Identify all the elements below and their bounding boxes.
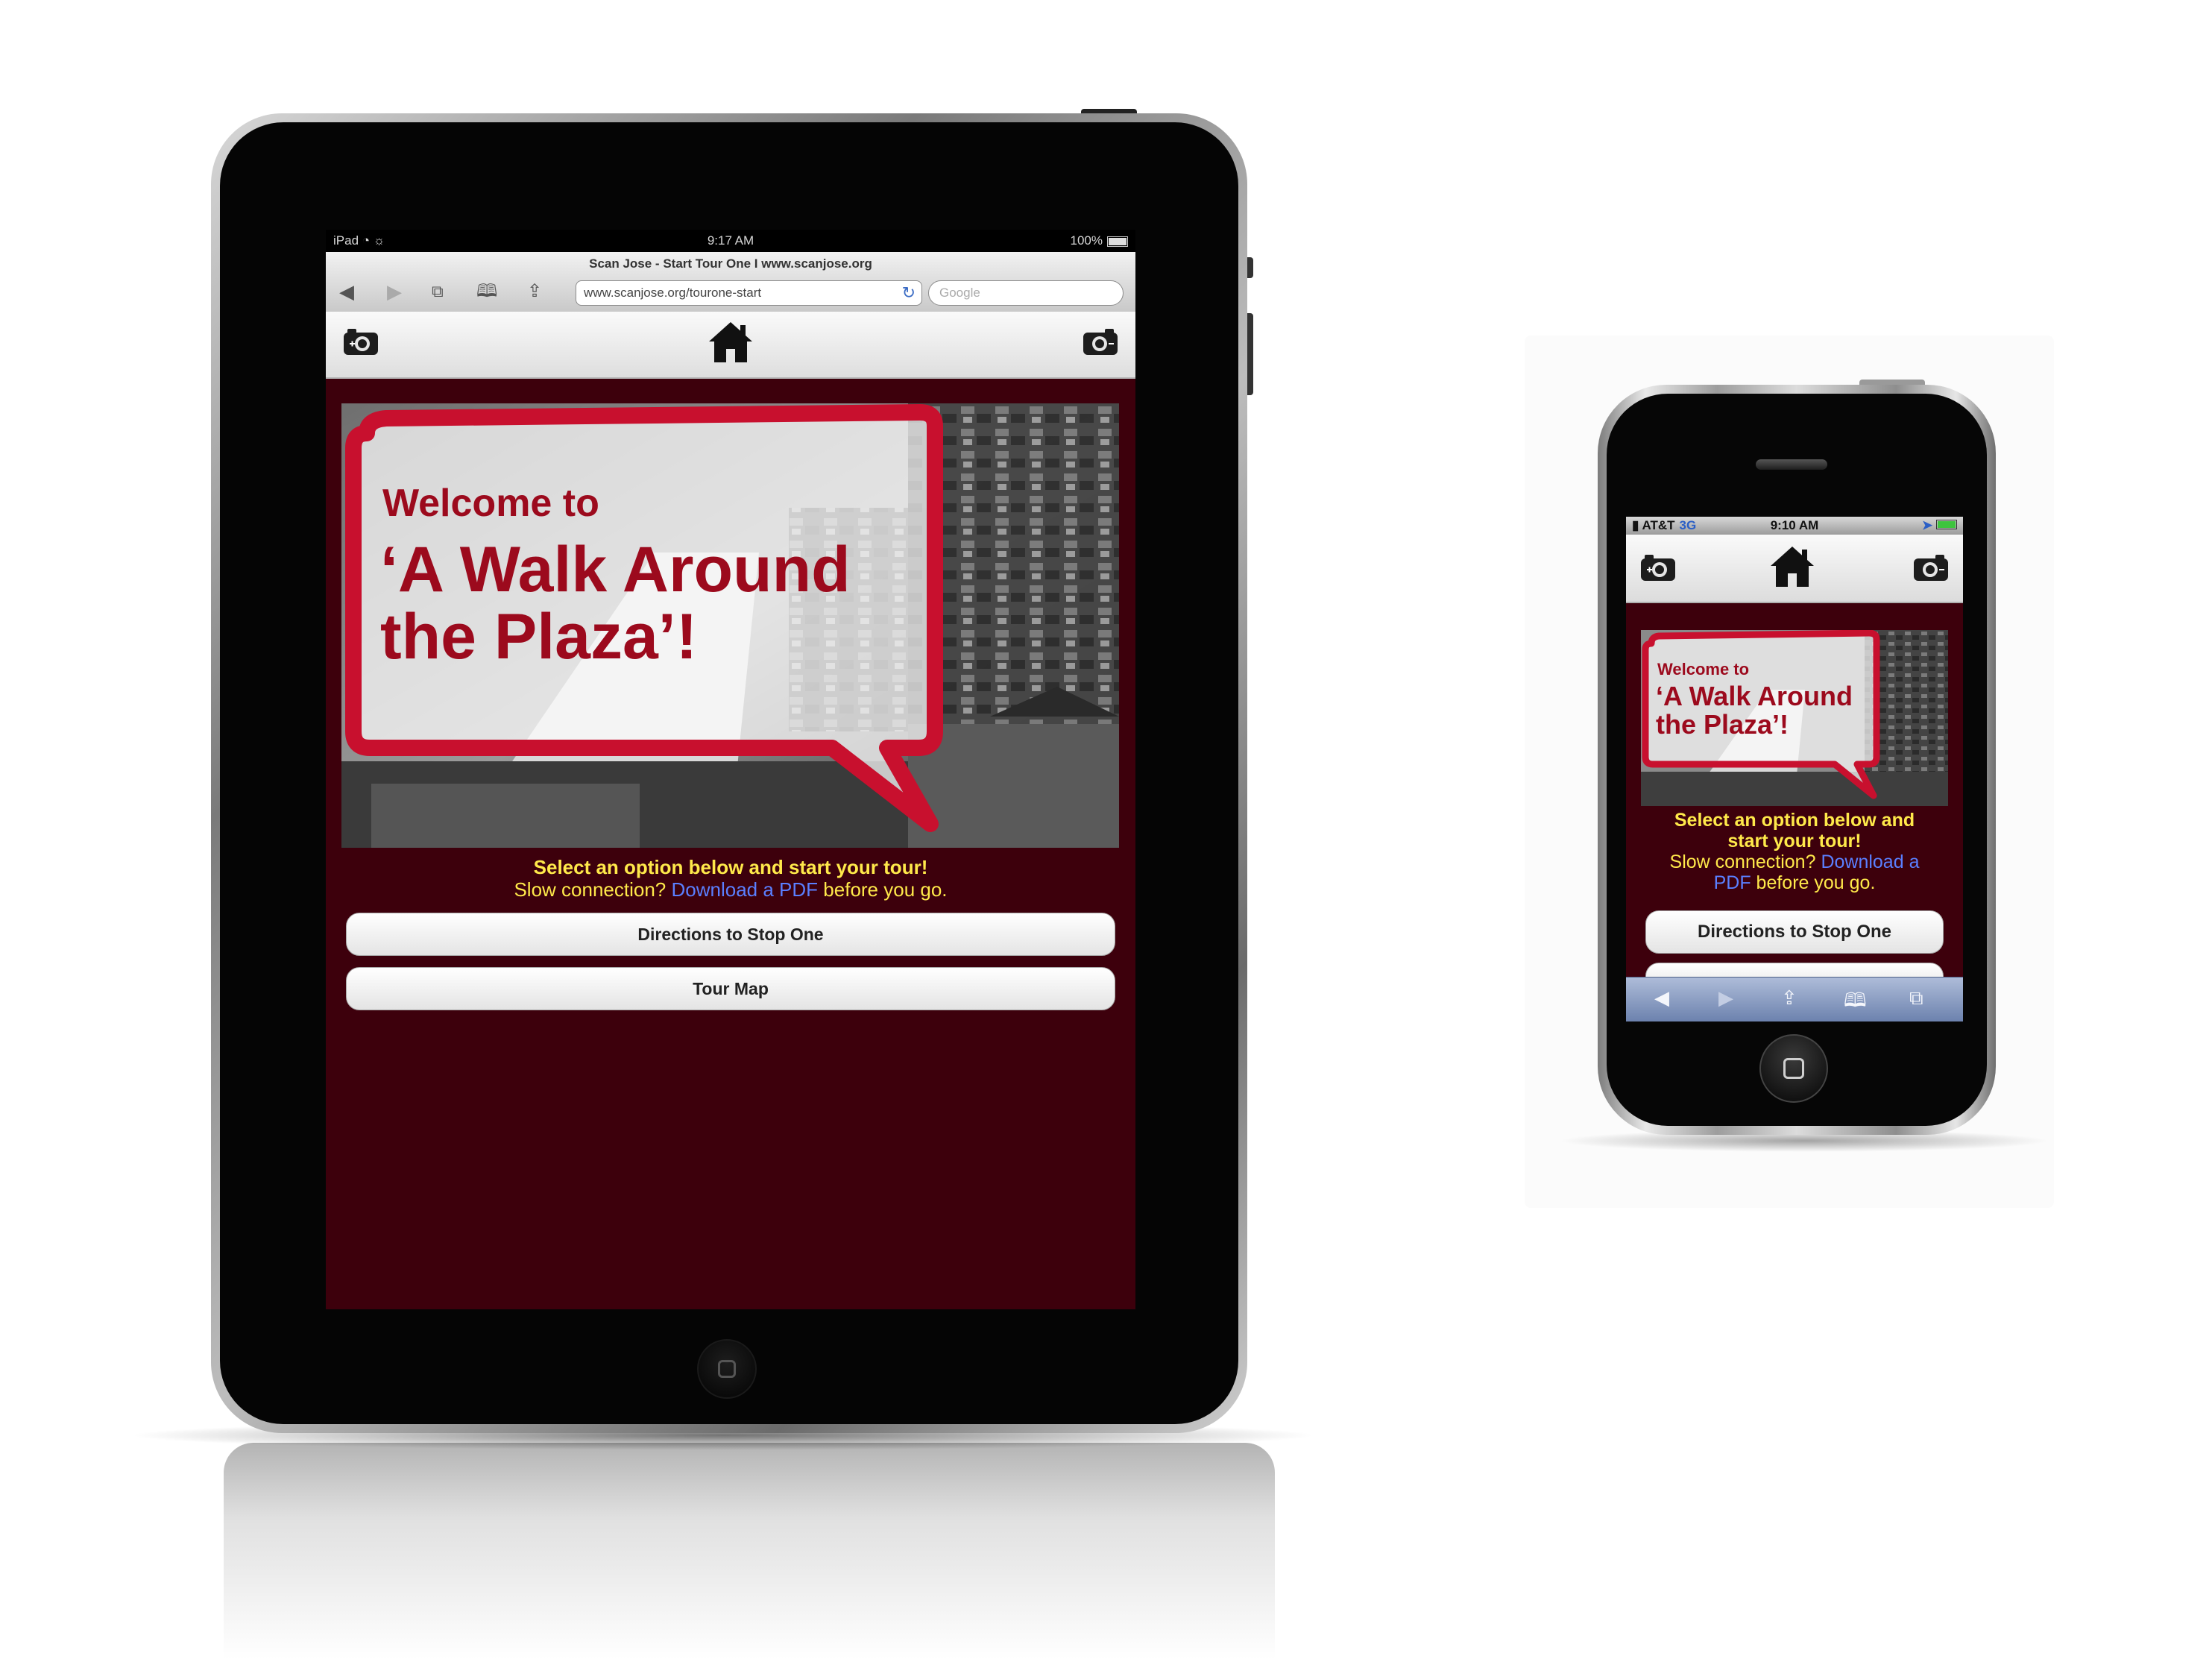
tour-map-button[interactable]: Tour Map (346, 967, 1115, 1010)
forward-icon[interactable]: ▶ (387, 280, 402, 303)
ipad-reflection (224, 1443, 1275, 1659)
hero-title: ‘A Walk Around the Plaza’! (1656, 682, 1853, 739)
ipad-url-field[interactable]: www.scanjose.org/tourone-start ↻ (576, 280, 922, 306)
slow-connection-suffix: before you go. (1756, 872, 1876, 893)
share-icon[interactable]: ⇪ (527, 280, 542, 303)
reload-icon[interactable]: ↻ (902, 283, 916, 303)
iphone-speaker (1756, 459, 1827, 470)
search-placeholder: Google (939, 286, 980, 300)
bookmarks-icon[interactable]: 🕮 (476, 280, 497, 303)
url-text: www.scanjose.org/tourone-start (584, 286, 762, 300)
camera-right-icon[interactable] (1912, 553, 1950, 582)
ipad-status-bar: iPad ◔ ☼ 9:17 AM 100% (326, 230, 1135, 252)
ipad-clock: 9:17 AM (707, 233, 754, 248)
ipad-slow-connection: Slow connection? Download a PDF before y… (326, 878, 1135, 901)
iphone-browser-toolbar: ◀ ▶ ⇪ 🕮 ⧉ (1626, 977, 1963, 1021)
iphone-site-toolbar (1626, 535, 1963, 603)
ipad-hero-banner: Welcome to ‘A Walk Around the Plaza’! (341, 403, 1119, 848)
ipad-intro-headline: Select an option below and start your to… (533, 856, 928, 878)
iphone-slow-connection: Slow connection? Download a (1626, 851, 1963, 872)
forward-icon[interactable]: ▶ (1718, 986, 1733, 1010)
ipad-search-field[interactable]: Google (928, 280, 1124, 306)
ipad-browser-navbar: Scan Jose - Start Tour One I www.scanjos… (326, 252, 1135, 312)
hero-welcome-text: Welcome to (382, 482, 599, 525)
iphone-screen: ▮ AT&T 3G 9:10 AM ➤ Welcome to ‘A Walk A… (1626, 517, 1963, 1021)
share-icon[interactable]: ⇪ (1781, 986, 1797, 1010)
ipad-page-title: Scan Jose - Start Tour One I www.scanjos… (589, 256, 872, 271)
tabs-icon[interactable]: ⧉ (1909, 986, 1923, 1010)
ipad-intro-message: Select an option below and start your to… (326, 856, 1135, 901)
iphone-clock: 9:10 AM (1770, 518, 1819, 532)
iphone-slow-connection-line2: PDF before you go. (1626, 872, 1963, 893)
tabs-icon[interactable]: ⧉ (432, 280, 444, 303)
hero-title-line1: ‘A Walk Around (380, 534, 851, 605)
intro-headline-line2: start your tour! (1727, 831, 1862, 851)
intro-headline-line1: Select an option below and (1674, 810, 1915, 831)
home-icon[interactable] (1769, 544, 1815, 590)
slow-connection-label: Slow connection? (514, 878, 667, 901)
hero-title-line2: the Plaza’! (1656, 708, 1789, 740)
iphone-status-bar: ▮ AT&T 3G 9:10 AM ➤ (1626, 517, 1963, 535)
download-pdf-link[interactable]: Download a PDF (672, 878, 819, 901)
iphone-hero-banner: Welcome to ‘A Walk Around the Plaza’! (1641, 630, 1948, 806)
download-pdf-link-part1[interactable]: Download a (1821, 851, 1919, 872)
bookmarks-icon[interactable]: 🕮 (1844, 986, 1867, 1019)
camera-left-icon[interactable] (342, 327, 379, 356)
slow-connection-suffix: before you go. (823, 878, 948, 901)
ipad-screen: iPad ◔ ☼ 9:17 AM 100% Scan Jose - Start … (326, 230, 1135, 1309)
hero-title-line2: the Plaza’! (380, 601, 698, 673)
ipad-site-toolbar (326, 312, 1135, 379)
back-icon[interactable]: ◀ (339, 280, 354, 303)
home-icon[interactable] (708, 319, 754, 365)
directions-button[interactable]: Directions to Stop One (1645, 910, 1944, 954)
hero-title: ‘A Walk Around the Plaza’! (380, 536, 851, 671)
battery-icon (1936, 520, 1957, 529)
camera-left-icon[interactable] (1639, 553, 1677, 582)
slow-connection-label: Slow connection? (1669, 851, 1816, 872)
directions-button[interactable]: Directions to Stop One (346, 913, 1115, 956)
ipad-home-button[interactable] (697, 1339, 757, 1399)
iphone-intro-message: Select an option below and start your to… (1626, 810, 1963, 893)
back-icon[interactable]: ◀ (1654, 986, 1669, 1010)
hero-title-line1: ‘A Walk Around (1656, 681, 1853, 711)
camera-right-icon[interactable] (1082, 327, 1119, 356)
download-pdf-link-part2[interactable]: PDF (1714, 872, 1751, 893)
hero-welcome-text: Welcome to (1657, 660, 1750, 679)
battery-icon (1107, 236, 1128, 247)
iphone-home-button[interactable] (1759, 1034, 1828, 1103)
